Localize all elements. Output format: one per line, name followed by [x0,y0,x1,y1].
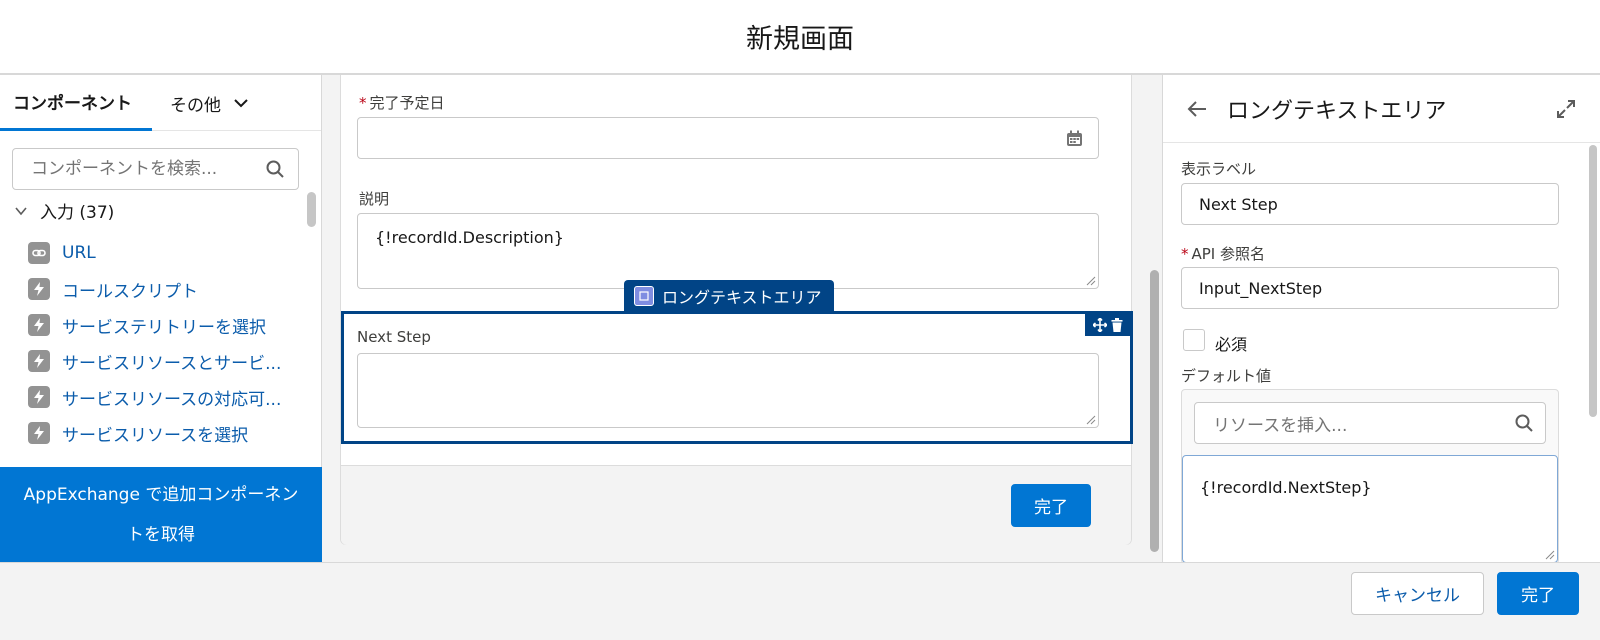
date-field-label: * 完了予定日 [359,94,445,112]
chevron-down-icon [15,206,27,215]
default-value-label: デフォルト値 [1181,367,1272,385]
required-checkbox[interactable] [1183,329,1205,351]
list-item-label: サービスリソースとサービ... [62,353,282,374]
api-name-value: Input_NextStep [1199,279,1323,298]
resize-handle-icon[interactable] [1086,276,1096,286]
back-arrow-icon[interactable] [1187,100,1207,118]
required-label: 必須 [1215,335,1248,354]
description-textarea[interactable]: {!recordId.Description} [357,213,1099,289]
screen-canvas: * 完了予定日 説明 {!recordId.Description} Next S… [322,75,1162,562]
canvas-done-button[interactable]: 完了 [1011,484,1091,527]
card-footer: 完了 [341,465,1131,545]
modal-footer: キャンセル 完了 [0,562,1600,640]
list-item[interactable]: サービスリソースの対応可... [28,379,298,415]
chevron-down-icon [234,99,248,108]
component-toolbar [1085,314,1130,336]
tab-other[interactable]: その他 [170,75,249,131]
component-palette: コンポーネント その他 入力 (37) URL コールスクリプト [0,75,322,562]
next-step-label: Next Step [357,328,431,346]
api-name-input[interactable]: Input_NextStep [1181,267,1559,309]
properties-panel: ロングテキストエリア 表示ラベル Next Step * API 参照名 Inpu… [1162,75,1600,564]
list-item-label: サービスリソースを選択 [62,425,249,446]
next-step-textarea[interactable] [357,353,1099,428]
properties-header: ロングテキストエリア [1163,75,1600,143]
selected-tag-label: ロングテキストエリア [662,288,822,307]
palette-scrollbar[interactable] [307,192,316,227]
cancel-button[interactable]: キャンセル [1351,572,1484,615]
lightning-icon [28,350,50,372]
list-item[interactable]: URL [28,235,298,271]
component-list: URL コールスクリプト サービステリトリーを選択 サービスリソースとサービ..… [28,235,298,451]
resource-picker[interactable]: リソースを挿入... [1194,402,1546,444]
api-name-label: * API 参照名 [1181,245,1265,263]
list-item-label: コールスクリプト [62,281,198,302]
canvas-scrollbar[interactable] [1150,270,1159,552]
appexchange-button[interactable]: AppExchange で追加コンポーネントを取得 [0,467,322,562]
delete-icon[interactable] [1111,318,1123,332]
component-search[interactable] [12,148,299,190]
default-value-group: リソースを挿入... {!recordId.NextStep} [1181,389,1559,564]
description-label: 説明 [359,190,390,208]
list-item[interactable]: サービスリソースを選択 [28,415,298,451]
display-label-value: Next Step [1199,195,1278,214]
display-label-input[interactable]: Next Step [1181,183,1559,225]
search-icon[interactable] [266,160,284,178]
list-item-label: サービステリトリーを選択 [62,317,266,338]
tab-other-label: その他 [170,95,221,116]
lightning-icon [28,422,50,444]
list-item-label: サービスリソースの対応可... [62,389,282,410]
move-icon[interactable] [1092,318,1107,332]
section-input-label: 入力 (37) [40,203,115,223]
page-title: 新規画面 [746,24,854,55]
description-value: {!recordId.Description} [375,228,564,247]
resize-handle-icon[interactable] [1545,550,1555,560]
tab-components[interactable]: コンポーネント [0,75,152,131]
resource-placeholder: リソースを挿入... [1213,415,1348,436]
calendar-icon[interactable] [1066,130,1083,147]
display-label-label: 表示ラベル [1181,160,1257,178]
search-input[interactable] [31,159,251,179]
palette-tabs: コンポーネント その他 [0,75,321,131]
list-item-label: URL [62,243,96,263]
textarea-icon [634,286,654,306]
list-item[interactable]: サービスリソースとサービ... [28,343,298,379]
lightning-icon [28,278,50,300]
selected-component[interactable]: Next Step [341,311,1133,444]
section-input-toggle[interactable]: 入力 (37) [14,198,114,223]
lightning-icon [28,386,50,408]
default-value-text: {!recordId.NextStep} [1200,478,1372,497]
expand-icon[interactable] [1556,99,1576,119]
search-icon[interactable] [1515,414,1533,432]
lightning-icon [28,314,50,336]
screen-card: * 完了予定日 説明 {!recordId.Description} Next S… [340,75,1133,545]
default-value-textarea[interactable]: {!recordId.NextStep} [1182,455,1558,563]
list-item[interactable]: コールスクリプト [28,271,298,307]
modal-header: 新規画面 [0,0,1600,75]
list-item[interactable]: サービステリトリーを選択 [28,307,298,343]
date-input[interactable] [357,117,1099,159]
properties-title: ロングテキストエリア [1227,98,1447,124]
link-icon [28,242,50,264]
selected-component-tag: ロングテキストエリア [624,280,834,312]
resize-handle-icon[interactable] [1086,415,1096,425]
done-button[interactable]: 完了 [1497,572,1579,615]
properties-scrollbar[interactable] [1589,145,1597,417]
